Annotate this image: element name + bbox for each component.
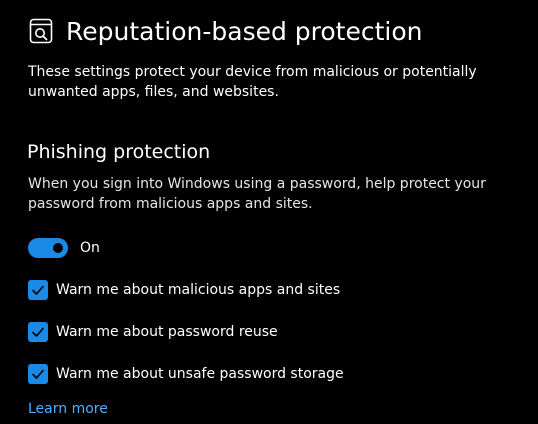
warn-malicious-apps-checkbox[interactable] (28, 280, 48, 300)
warn-unsafe-storage-checkbox[interactable] (28, 364, 48, 384)
phishing-protection-toggle[interactable] (28, 238, 68, 258)
checkbox-row-password-reuse: Warn me about password reuse (28, 322, 278, 342)
checkbox-label: Warn me about malicious apps and sites (56, 282, 341, 298)
checkbox-label: Warn me about password reuse (56, 324, 278, 340)
checkbox-row-malicious-apps: Warn me about malicious apps and sites (28, 280, 340, 300)
toggle-state-label: On (80, 240, 100, 256)
phishing-toggle-row: On (28, 238, 100, 258)
checkmark-icon (32, 285, 44, 295)
checkbox-row-unsafe-storage: Warn me about unsafe password storage (28, 364, 344, 384)
app-browser-control-icon (29, 18, 53, 44)
page-header: Reputation-based protection (29, 12, 423, 50)
warn-password-reuse-checkbox[interactable] (28, 322, 48, 342)
toggle-knob (53, 243, 63, 253)
checkbox-label: Warn me about unsafe password storage (56, 366, 344, 382)
page-description: These settings protect your device from … (28, 64, 477, 100)
learn-more-link[interactable]: Learn more (28, 401, 108, 417)
section-title-phishing: Phishing protection (27, 141, 211, 163)
section-description-phishing: When you sign into Windows using a passw… (28, 176, 486, 212)
page-title: Reputation-based protection (66, 16, 423, 46)
checkmark-icon (32, 327, 44, 337)
checkmark-icon (32, 369, 44, 379)
